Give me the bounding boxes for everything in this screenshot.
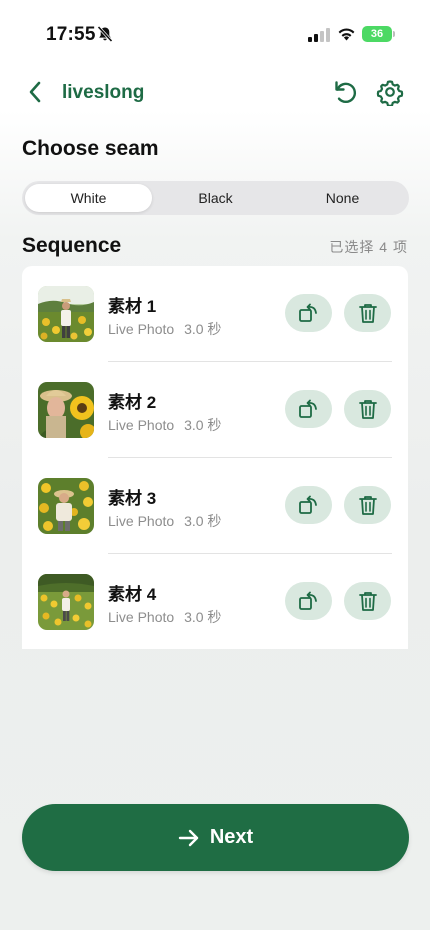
status-bar: 17:55 36	[0, 0, 430, 60]
seam-segmented-control: White Black None	[22, 181, 409, 215]
selected-count: 已选择 4 项	[329, 239, 408, 255]
item-type: Live Photo	[108, 513, 175, 529]
item-meta: Live Photo 3.0 秒	[108, 415, 227, 435]
rotate-icon	[298, 495, 317, 514]
rotate-button[interactable]	[285, 582, 332, 620]
wifi-icon	[338, 28, 355, 41]
signal-icon	[308, 28, 330, 42]
seam-section-title: Choose seam	[22, 137, 159, 160]
rotate-icon	[298, 399, 317, 418]
seam-option-black[interactable]: Black	[152, 184, 279, 212]
arrow-right-icon	[178, 829, 199, 846]
item-meta: Live Photo 3.0 秒	[108, 607, 227, 627]
sequence-list: 素材 1 Live Photo 3.0 秒 素材 2 Live Photo 3.…	[22, 266, 408, 649]
thumbnail-image	[38, 478, 94, 534]
item-duration: 3.0 秒	[184, 513, 222, 529]
item-duration: 3.0 秒	[184, 417, 222, 433]
back-icon[interactable]	[26, 80, 46, 104]
battery-indicator: 36	[362, 26, 395, 42]
delete-button[interactable]	[344, 582, 391, 620]
list-item[interactable]: 素材 4 Live Photo 3.0 秒	[22, 554, 408, 649]
trash-icon	[358, 304, 377, 323]
rotate-button[interactable]	[285, 294, 332, 332]
delete-button[interactable]	[344, 294, 391, 332]
sequence-section-title: Sequence	[22, 234, 122, 257]
delete-button[interactable]	[344, 390, 391, 428]
thumbnail-image	[38, 574, 94, 630]
seam-option-none[interactable]: None	[279, 184, 406, 212]
bell-off-icon	[97, 25, 113, 43]
rotate-icon	[298, 591, 317, 610]
nav-title: liveslong	[62, 82, 145, 103]
list-item[interactable]: 素材 2 Live Photo 3.0 秒	[22, 362, 408, 458]
delete-button[interactable]	[344, 486, 391, 524]
item-title: 素材 1	[108, 297, 157, 316]
next-label: Next	[209, 826, 254, 848]
item-duration: 3.0 秒	[184, 609, 222, 625]
list-item[interactable]: 素材 3 Live Photo 3.0 秒	[22, 458, 408, 554]
rotate-button[interactable]	[285, 486, 332, 524]
status-time: 17:55	[46, 24, 96, 45]
item-type: Live Photo	[108, 609, 175, 625]
thumbnail-image	[38, 286, 94, 342]
rotate-button[interactable]	[285, 390, 332, 428]
rotate-icon	[298, 303, 317, 322]
item-meta: Live Photo 3.0 秒	[108, 511, 227, 531]
item-type: Live Photo	[108, 417, 175, 433]
item-title: 素材 3	[108, 489, 157, 508]
thumbnail-image	[38, 382, 94, 438]
item-type: Live Photo	[108, 321, 175, 337]
gear-icon[interactable]	[376, 78, 404, 106]
reset-icon[interactable]	[331, 78, 359, 106]
nav-bar: liveslong	[0, 70, 430, 114]
item-meta: Live Photo 3.0 秒	[108, 319, 227, 339]
list-item[interactable]: 素材 1 Live Photo 3.0 秒	[22, 266, 408, 362]
item-title: 素材 4	[108, 585, 157, 604]
item-duration: 3.0 秒	[184, 321, 222, 337]
trash-icon	[358, 496, 377, 515]
seam-option-white[interactable]: White	[25, 184, 152, 212]
trash-icon	[358, 400, 377, 419]
next-button[interactable]: Next	[22, 804, 409, 871]
trash-icon	[358, 592, 377, 611]
item-title: 素材 2	[108, 393, 157, 412]
